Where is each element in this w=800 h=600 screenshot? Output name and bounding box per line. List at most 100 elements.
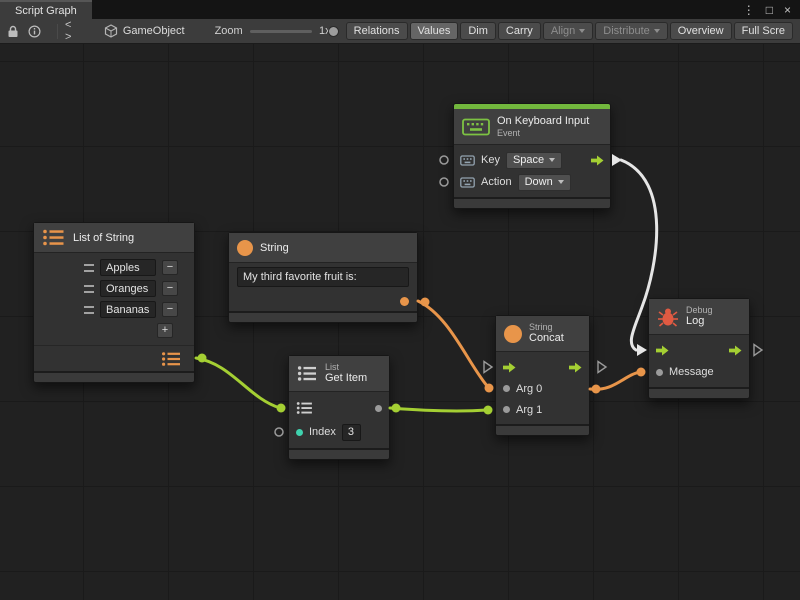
- list-item-field[interactable]: Bananas: [100, 301, 156, 318]
- code-view-icon[interactable]: < >: [65, 19, 78, 43]
- zoom-slider-knob[interactable]: [328, 26, 339, 37]
- flow-in-port-icon[interactable]: [503, 362, 516, 373]
- key-dropdown-value: Space: [513, 154, 544, 166]
- bug-icon: [657, 307, 679, 327]
- chevron-down-icon: [558, 180, 564, 184]
- button-label: Dim: [468, 25, 488, 37]
- item-output-port-icon[interactable]: [375, 405, 382, 412]
- node-category: String: [529, 322, 564, 332]
- overview-button[interactable]: Overview: [670, 22, 732, 40]
- node-footer: [34, 371, 194, 382]
- node-string-literal[interactable]: String My third favorite fruit is:: [228, 232, 418, 323]
- list-output-port-row: [34, 345, 194, 371]
- arg1-row: Arg 1: [496, 399, 589, 420]
- index-field[interactable]: 3: [342, 424, 361, 441]
- action-dropdown-value: Down: [525, 176, 553, 188]
- string-output-port-icon[interactable]: [400, 297, 409, 306]
- node-concat[interactable]: String Concat Arg 0 Arg 1: [495, 315, 590, 436]
- element-icon: [84, 264, 94, 272]
- node-title: List of String: [73, 232, 134, 244]
- node-footer: [454, 197, 610, 208]
- string-type-icon: [504, 325, 522, 343]
- list-output-port-icon[interactable]: [161, 351, 182, 367]
- distribute-button[interactable]: Distribute: [595, 22, 667, 40]
- action-dropdown[interactable]: Down: [518, 174, 571, 191]
- tab-script-graph[interactable]: Script Graph: [0, 0, 92, 19]
- carry-button[interactable]: Carry: [498, 22, 541, 40]
- graph-toolbar: < > GameObject Zoom 1x Relations Values …: [0, 19, 800, 44]
- message-label: Message: [669, 366, 714, 378]
- relations-button[interactable]: Relations: [346, 22, 408, 40]
- add-item-button[interactable]: +: [157, 323, 173, 338]
- flow-out-port-icon[interactable]: [729, 345, 742, 356]
- toolbar-divider: [57, 24, 58, 39]
- fullscreen-button[interactable]: Full Scre: [734, 22, 793, 40]
- remove-item-button[interactable]: −: [162, 281, 178, 296]
- key-dropdown[interactable]: Space: [506, 152, 562, 169]
- list-in-item-out-row: [289, 396, 389, 420]
- chevron-down-icon: [654, 29, 660, 33]
- node-list-of-string[interactable]: List of String Apples − Oranges − Banana…: [33, 222, 195, 383]
- message-port-icon[interactable]: [656, 369, 663, 376]
- key-port-row: Key Space: [454, 149, 610, 171]
- zoom-label: Zoom: [215, 25, 243, 37]
- arg0-label: Arg 0: [516, 383, 542, 395]
- arg0-row: Arg 0: [496, 378, 589, 399]
- action-port-icon[interactable]: [460, 177, 475, 188]
- gameobject-selector[interactable]: GameObject: [104, 24, 185, 38]
- node-title: Log: [686, 315, 713, 328]
- list-item-row: Apples −: [34, 257, 194, 278]
- dim-button[interactable]: Dim: [460, 22, 496, 40]
- flow-row: [496, 356, 589, 378]
- remove-item-button[interactable]: −: [162, 260, 178, 275]
- arg0-port-icon[interactable]: [503, 385, 510, 392]
- node-footer: [496, 424, 589, 435]
- list-item-row: Bananas −: [34, 299, 194, 320]
- key-port-icon[interactable]: [460, 155, 475, 166]
- node-title: On Keyboard Input: [497, 115, 589, 128]
- tab-bar: Script Graph ⋮ □ ×: [0, 0, 800, 19]
- close-icon[interactable]: ×: [784, 4, 791, 16]
- menu-icon[interactable]: ⋮: [743, 4, 755, 16]
- values-button[interactable]: Values: [410, 22, 459, 40]
- zoom-slider[interactable]: [250, 30, 312, 33]
- string-type-icon: [237, 240, 253, 256]
- tab-title: Script Graph: [15, 5, 77, 17]
- button-label: Align: [551, 25, 575, 37]
- node-footer: [229, 311, 417, 322]
- trigger-flow-out-port-icon[interactable]: [591, 155, 604, 166]
- lock-icon[interactable]: [7, 25, 19, 38]
- info-icon[interactable]: [28, 25, 41, 38]
- button-label: Distribute: [603, 25, 649, 37]
- window-controls: ⋮ □ ×: [743, 0, 800, 19]
- maximize-icon[interactable]: □: [766, 4, 773, 16]
- key-label: Key: [481, 154, 500, 166]
- node-on-keyboard-input[interactable]: On Keyboard Input Event Key Space: [453, 103, 611, 209]
- node-footer: [649, 387, 749, 398]
- arg1-port-icon[interactable]: [503, 406, 510, 413]
- list-input-port-icon[interactable]: [296, 401, 313, 415]
- action-port-row: Action Down: [454, 171, 610, 193]
- element-icon: [84, 285, 94, 293]
- index-label: Index: [309, 426, 336, 438]
- index-port-icon[interactable]: [296, 429, 303, 436]
- node-debug-log[interactable]: Debug Log Message: [648, 298, 750, 399]
- flow-out-port-icon[interactable]: [569, 362, 582, 373]
- message-row: Message: [649, 361, 749, 383]
- remove-item-button[interactable]: −: [162, 302, 178, 317]
- align-button[interactable]: Align: [543, 22, 593, 40]
- chevron-down-icon: [549, 158, 555, 162]
- toolbar-buttons: Relations Values Dim Carry Align Distrib…: [344, 22, 793, 40]
- action-label: Action: [481, 176, 512, 188]
- node-get-item[interactable]: List Get Item Index 3: [288, 355, 390, 460]
- list-icon: [42, 228, 66, 247]
- list-item-field[interactable]: Oranges: [100, 280, 156, 297]
- element-icon: [84, 306, 94, 314]
- flow-in-port-icon[interactable]: [656, 345, 669, 356]
- button-label: Values: [418, 25, 451, 37]
- string-value-field[interactable]: My third favorite fruit is:: [237, 267, 409, 287]
- list-item-field[interactable]: Apples: [100, 259, 156, 276]
- arg1-label: Arg 1: [516, 404, 542, 416]
- button-label: Full Scre: [742, 25, 785, 37]
- node-title: Concat: [529, 332, 564, 345]
